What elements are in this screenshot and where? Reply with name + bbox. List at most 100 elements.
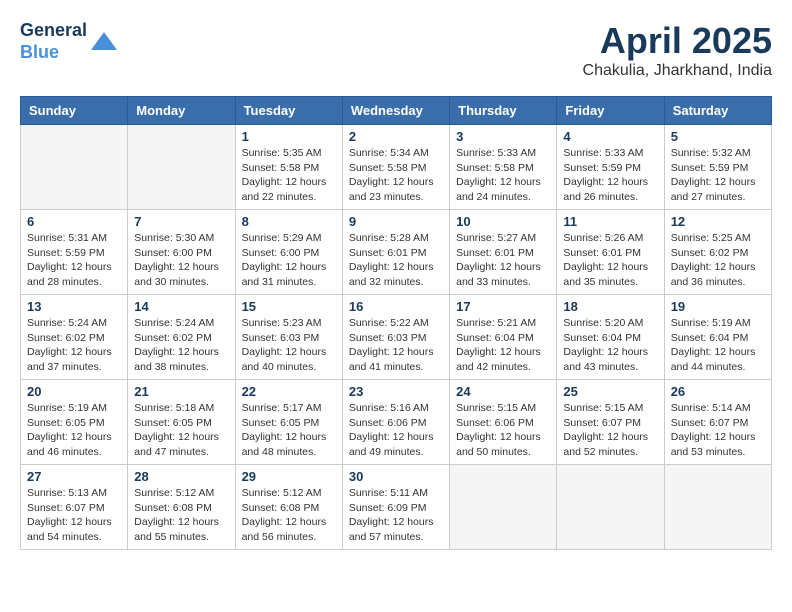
day-number: 14: [134, 299, 228, 314]
calendar-day-cell: 5 Sunrise: 5:32 AM Sunset: 5:59 PM Daylig…: [664, 125, 771, 210]
logo: GeneralBlue: [20, 20, 119, 63]
calendar-day-cell: [664, 465, 771, 550]
weekday-header-tuesday: Tuesday: [235, 97, 342, 125]
calendar-day-cell: 21Sunrise: 5:18 AM Sunset: 6:05 PM Dayli…: [128, 380, 235, 465]
day-number: 11: [563, 214, 657, 229]
calendar-day-cell: 12 Sunrise: 5:25 AM Sunset: 6:02 PM Dayli…: [664, 210, 771, 295]
day-number: 8: [242, 214, 336, 229]
day-info: Sunrise: 5:24 AM Sunset: 6:02 PM Dayligh…: [27, 316, 121, 375]
day-info: Sunrise: 5:18 AM Sunset: 6:05 PM Dayligh…: [134, 401, 228, 460]
calendar-header-row: SundayMondayTuesdayWednesdayThursdayFrid…: [21, 97, 772, 125]
calendar-day-cell: 28Sunrise: 5:12 AM Sunset: 6:08 PM Dayli…: [128, 465, 235, 550]
day-info: Sunrise: 5:21 AM Sunset: 6:04 PM Dayligh…: [456, 316, 550, 375]
calendar-day-cell: 14 Sunrise: 5:24 AM Sunset: 6:02 PM Dayli…: [128, 295, 235, 380]
logo-blue: Blue: [20, 42, 59, 62]
calendar-week-3: 13 Sunrise: 5:24 AM Sunset: 6:02 PM Dayli…: [21, 295, 772, 380]
day-number: 16: [349, 299, 443, 314]
day-number: 29: [242, 469, 336, 484]
calendar-day-cell: 19Sunrise: 5:19 AM Sunset: 6:04 PM Dayli…: [664, 295, 771, 380]
day-info: Sunrise: 5:25 AM Sunset: 6:02 PM Dayligh…: [671, 231, 765, 290]
calendar-day-cell: 1 Sunrise: 5:35 AM Sunset: 5:58 PM Daylig…: [235, 125, 342, 210]
day-number: 26: [671, 384, 765, 399]
day-number: 19: [671, 299, 765, 314]
day-number: 7: [134, 214, 228, 229]
calendar-day-cell: 24 Sunrise: 5:15 AM Sunset: 6:06 PM Dayli…: [450, 380, 557, 465]
day-info: Sunrise: 5:27 AM Sunset: 6:01 PM Dayligh…: [456, 231, 550, 290]
day-number: 17: [456, 299, 550, 314]
day-info: Sunrise: 5:16 AM Sunset: 6:06 PM Dayligh…: [349, 401, 443, 460]
calendar-day-cell: 4Sunrise: 5:33 AM Sunset: 5:59 PM Daylig…: [557, 125, 664, 210]
calendar-day-cell: 10 Sunrise: 5:27 AM Sunset: 6:01 PM Dayli…: [450, 210, 557, 295]
calendar-day-cell: 25Sunrise: 5:15 AM Sunset: 6:07 PM Dayli…: [557, 380, 664, 465]
day-info: Sunrise: 5:22 AM Sunset: 6:03 PM Dayligh…: [349, 316, 443, 375]
calendar-week-2: 6 Sunrise: 5:31 AM Sunset: 5:59 PM Daylig…: [21, 210, 772, 295]
calendar-day-cell: [128, 125, 235, 210]
day-info: Sunrise: 5:34 AM Sunset: 5:58 PM Dayligh…: [349, 146, 443, 205]
weekday-header-friday: Friday: [557, 97, 664, 125]
weekday-header-thursday: Thursday: [450, 97, 557, 125]
calendar-day-cell: 7 Sunrise: 5:30 AM Sunset: 6:00 PM Daylig…: [128, 210, 235, 295]
day-info: Sunrise: 5:15 AM Sunset: 6:07 PM Dayligh…: [563, 401, 657, 460]
day-info: Sunrise: 5:26 AM Sunset: 6:01 PM Dayligh…: [563, 231, 657, 290]
day-number: 5: [671, 129, 765, 144]
calendar-week-4: 20 Sunrise: 5:19 AM Sunset: 6:05 PM Dayli…: [21, 380, 772, 465]
logo-icon: [89, 30, 119, 54]
calendar-day-cell: 29 Sunrise: 5:12 AM Sunset: 6:08 PM Dayli…: [235, 465, 342, 550]
day-number: 20: [27, 384, 121, 399]
calendar-day-cell: 2 Sunrise: 5:34 AM Sunset: 5:58 PM Daylig…: [342, 125, 449, 210]
day-info: Sunrise: 5:30 AM Sunset: 6:00 PM Dayligh…: [134, 231, 228, 290]
calendar-table: SundayMondayTuesdayWednesdayThursdayFrid…: [20, 96, 772, 550]
day-info: Sunrise: 5:28 AM Sunset: 6:01 PM Dayligh…: [349, 231, 443, 290]
day-number: 6: [27, 214, 121, 229]
day-info: Sunrise: 5:24 AM Sunset: 6:02 PM Dayligh…: [134, 316, 228, 375]
calendar-day-cell: 6 Sunrise: 5:31 AM Sunset: 5:59 PM Daylig…: [21, 210, 128, 295]
day-info: Sunrise: 5:14 AM Sunset: 6:07 PM Dayligh…: [671, 401, 765, 460]
calendar-day-cell: 3 Sunrise: 5:33 AM Sunset: 5:58 PM Daylig…: [450, 125, 557, 210]
calendar-day-cell: [557, 465, 664, 550]
day-number: 1: [242, 129, 336, 144]
day-number: 9: [349, 214, 443, 229]
day-info: Sunrise: 5:35 AM Sunset: 5:58 PM Dayligh…: [242, 146, 336, 205]
calendar-day-cell: 30 Sunrise: 5:11 AM Sunset: 6:09 PM Dayli…: [342, 465, 449, 550]
day-number: 28: [134, 469, 228, 484]
calendar-day-cell: 13 Sunrise: 5:24 AM Sunset: 6:02 PM Dayli…: [21, 295, 128, 380]
day-info: Sunrise: 5:13 AM Sunset: 6:07 PM Dayligh…: [27, 486, 121, 545]
calendar-day-cell: 9 Sunrise: 5:28 AM Sunset: 6:01 PM Daylig…: [342, 210, 449, 295]
day-number: 15: [242, 299, 336, 314]
calendar-day-cell: 18Sunrise: 5:20 AM Sunset: 6:04 PM Dayli…: [557, 295, 664, 380]
calendar-week-5: 27 Sunrise: 5:13 AM Sunset: 6:07 PM Dayli…: [21, 465, 772, 550]
day-info: Sunrise: 5:33 AM Sunset: 5:58 PM Dayligh…: [456, 146, 550, 205]
weekday-header-saturday: Saturday: [664, 97, 771, 125]
day-number: 30: [349, 469, 443, 484]
day-number: 13: [27, 299, 121, 314]
day-info: Sunrise: 5:11 AM Sunset: 6:09 PM Dayligh…: [349, 486, 443, 545]
day-info: Sunrise: 5:19 AM Sunset: 6:05 PM Dayligh…: [27, 401, 121, 460]
day-number: 10: [456, 214, 550, 229]
day-number: 3: [456, 129, 550, 144]
calendar-day-cell: [21, 125, 128, 210]
day-info: Sunrise: 5:31 AM Sunset: 5:59 PM Dayligh…: [27, 231, 121, 290]
month-title: April 2025: [583, 20, 772, 62]
calendar-day-cell: 8 Sunrise: 5:29 AM Sunset: 6:00 PM Daylig…: [235, 210, 342, 295]
calendar-day-cell: 22Sunrise: 5:17 AM Sunset: 6:05 PM Dayli…: [235, 380, 342, 465]
calendar-day-cell: 16 Sunrise: 5:22 AM Sunset: 6:03 PM Dayli…: [342, 295, 449, 380]
day-info: Sunrise: 5:15 AM Sunset: 6:06 PM Dayligh…: [456, 401, 550, 460]
day-number: 24: [456, 384, 550, 399]
day-info: Sunrise: 5:29 AM Sunset: 6:00 PM Dayligh…: [242, 231, 336, 290]
weekday-header-monday: Monday: [128, 97, 235, 125]
day-number: 2: [349, 129, 443, 144]
day-info: Sunrise: 5:32 AM Sunset: 5:59 PM Dayligh…: [671, 146, 765, 205]
day-number: 22: [242, 384, 336, 399]
day-number: 27: [27, 469, 121, 484]
location-subtitle: Chakulia, Jharkhand, India: [583, 62, 772, 80]
calendar-day-cell: [450, 465, 557, 550]
calendar-day-cell: 11 Sunrise: 5:26 AM Sunset: 6:01 PM Dayli…: [557, 210, 664, 295]
weekday-header-wednesday: Wednesday: [342, 97, 449, 125]
day-info: Sunrise: 5:12 AM Sunset: 6:08 PM Dayligh…: [242, 486, 336, 545]
weekday-header-sunday: Sunday: [21, 97, 128, 125]
calendar-week-1: 1 Sunrise: 5:35 AM Sunset: 5:58 PM Daylig…: [21, 125, 772, 210]
day-number: 23: [349, 384, 443, 399]
day-number: 12: [671, 214, 765, 229]
logo-text: GeneralBlue: [20, 20, 87, 63]
day-number: 18: [563, 299, 657, 314]
